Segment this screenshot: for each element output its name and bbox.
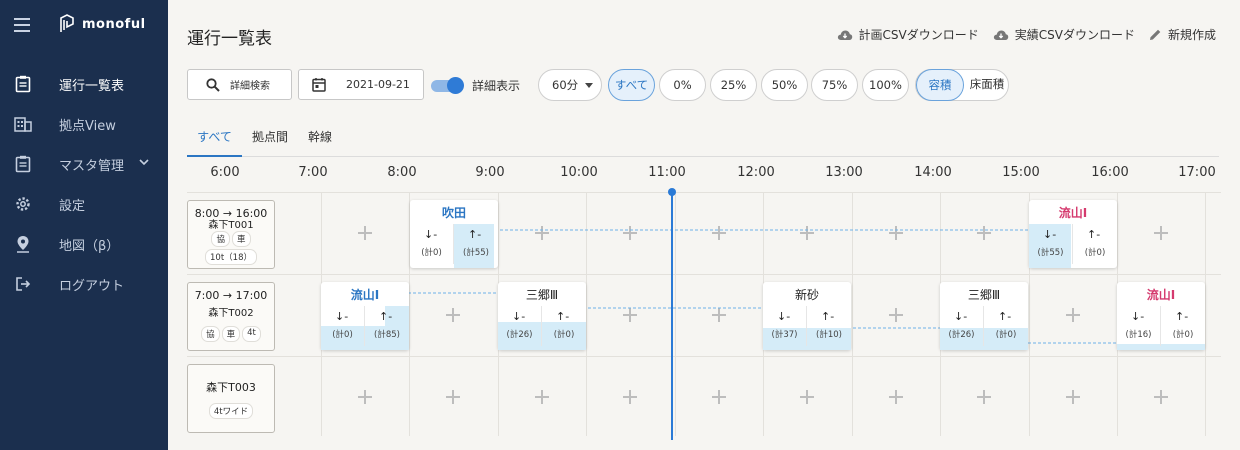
unload-cell: ↓- (計55): [1029, 224, 1073, 264]
unload-cell: ↓- (計26): [940, 306, 984, 346]
unload-arrow: ↓-: [1043, 228, 1057, 241]
stop-card[interactable]: 流山Ⅰ ↓- (計0) ↑- (計85): [321, 282, 409, 350]
vehicle-id: 森下T002: [208, 308, 254, 319]
load-cell: ↑- (計85): [365, 306, 409, 346]
stop-name: 吹田: [441, 206, 466, 220]
stop-name: 三郷Ⅲ: [525, 288, 559, 302]
unload-arrow: ↓-: [424, 228, 438, 241]
stop-card[interactable]: 三郷Ⅲ ↓- (計26) ↑- (計0): [498, 282, 586, 350]
stop-name: 三郷Ⅲ: [967, 288, 1001, 302]
vehicle-card-t002[interactable]: 7:00 → 17:00 森下T002 協 車 4t: [187, 282, 275, 351]
unload-cell: ↓- (計0): [321, 306, 365, 346]
stop-card[interactable]: 三郷Ⅲ ↓- (計26) ↑- (計0): [940, 282, 1028, 350]
vehicle-id: 森下T001: [208, 220, 254, 231]
stop-name: 流山Ⅰ: [1058, 206, 1088, 220]
load-cell: ↑- (計0): [542, 306, 586, 346]
stop-name: 流山Ⅰ: [350, 288, 380, 302]
unload-arrow: ↓-: [954, 310, 968, 323]
vehicle-tag: 10t（18）: [205, 249, 257, 265]
load-arrow: ↑-: [556, 310, 570, 323]
unload-count: (計0): [421, 248, 442, 258]
vehicle-tag: 車: [221, 326, 241, 342]
current-time-marker: [668, 188, 676, 196]
load-arrow: ↑-: [468, 228, 482, 241]
vehicle-tag: 協: [211, 231, 230, 247]
unload-cell: ↓- (計26): [498, 306, 542, 346]
vehicle-tag: 4tワイド: [208, 403, 254, 419]
unload-arrow: ↓-: [335, 310, 349, 323]
load-count: (計55): [463, 248, 489, 258]
unload-cell: ↓- (計37): [763, 306, 807, 346]
unload-arrow: ↓-: [777, 310, 791, 323]
unload-count: (計16): [1125, 330, 1152, 340]
vehicle-time: 8:00 → 16:00: [194, 207, 268, 220]
vehicle-id: 森下T003: [206, 381, 256, 394]
load-count: (計0): [553, 330, 575, 340]
vehicle-tag: 4t: [242, 326, 261, 342]
load-arrow: ↑-: [821, 310, 835, 323]
vehicle-tag: 車: [232, 231, 251, 247]
stop-card[interactable]: 新砂 ↓- (計37) ↑- (計10): [763, 282, 851, 350]
load-count: (計0): [995, 330, 1017, 340]
unload-count: (計26): [948, 330, 975, 340]
load-count: (計85): [374, 330, 400, 340]
unload-count: (計0): [332, 330, 353, 340]
stop-card[interactable]: 流山Ⅰ ↓- (計55) ↑- (計0): [1029, 200, 1117, 268]
load-cell: ↑- (計55): [454, 224, 498, 264]
load-cell: ↑- (計0): [984, 306, 1028, 346]
unload-count: (計55): [1037, 248, 1064, 258]
load-cell: ↑- (計0): [1161, 306, 1205, 346]
unload-count: (計37): [771, 330, 798, 340]
unload-cell: ↓- (計16): [1117, 306, 1161, 346]
stop-card[interactable]: 流山Ⅰ ↓- (計16) ↑- (計0): [1117, 282, 1205, 350]
load-arrow: ↑-: [1175, 310, 1189, 323]
load-cell: ↑- (計0): [1073, 224, 1117, 264]
load-arrow: ↑-: [998, 310, 1012, 323]
unload-cell: ↓- (計0): [410, 224, 454, 264]
load-count: (計10): [816, 330, 842, 340]
vehicle-time: 7:00 → 17:00: [194, 289, 268, 302]
current-time-line: [671, 192, 673, 440]
unload-count: (計26): [506, 330, 533, 340]
route-line-t001: [453, 229, 1073, 249]
load-count: (計0): [1084, 248, 1106, 258]
stop-name: 流山Ⅰ: [1146, 288, 1176, 302]
load-arrow: ↑-: [379, 310, 393, 323]
vehicle-card-t001[interactable]: 8:00 → 16:00 森下T001 協 車 10t（18）: [187, 200, 275, 269]
stop-card[interactable]: 吹田 ↓- (計0) ↑- (計55): [410, 200, 498, 268]
unload-arrow: ↓-: [1131, 310, 1145, 323]
load-cell: ↑- (計10): [807, 306, 851, 346]
load-count: (計0): [1172, 330, 1194, 340]
vehicle-tag: 協: [201, 326, 220, 342]
load-arrow: ↑-: [1087, 228, 1101, 241]
vehicle-card-t003[interactable]: 森下T003 4tワイド: [187, 364, 275, 433]
stop-name: 新砂: [794, 288, 819, 302]
unload-arrow: ↓-: [512, 310, 526, 323]
